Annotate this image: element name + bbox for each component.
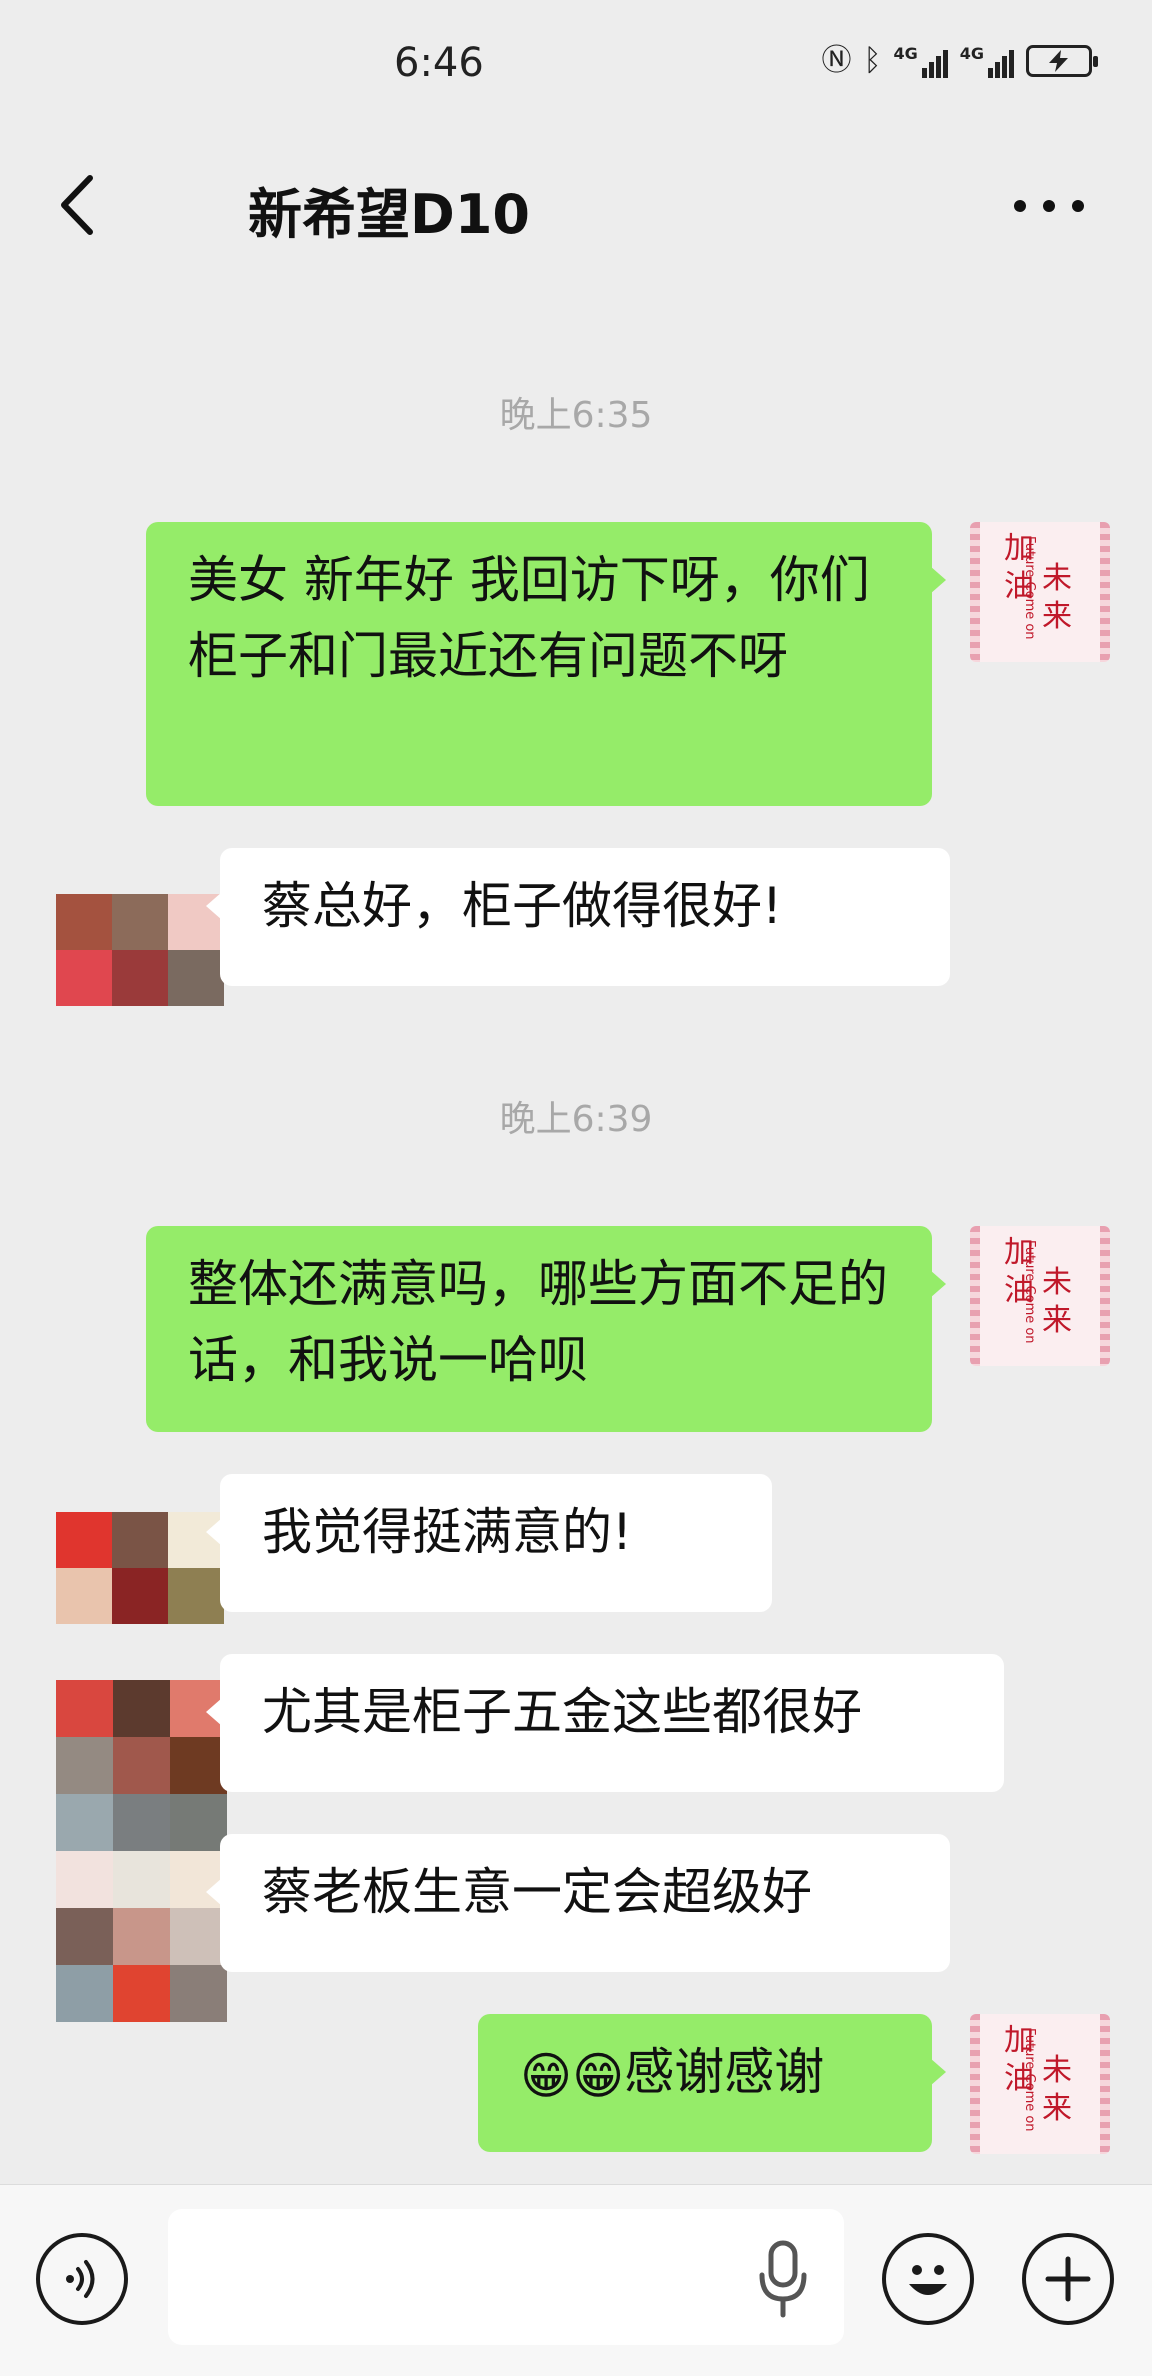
message-input[interactable] (168, 2209, 844, 2345)
microphone-icon[interactable] (756, 2239, 810, 2319)
timestamp: 晚上6:35 (499, 395, 653, 436)
timestamp: 晚上6:39 (499, 1099, 653, 1140)
avatar-text-en: Future Come on (1022, 1240, 1037, 1344)
message-bubble-incoming[interactable]: 尤其是柜子五金这些都很好 (206, 1654, 1004, 1792)
avatar-text: 未来 (1042, 1265, 1072, 1338)
signal-strength-icon-1: 4G (893, 44, 948, 78)
more-dots-icon[interactable] (1014, 200, 1084, 214)
grin-emoji-icon: 😁😁 (520, 2046, 625, 2105)
signal-strength-icon-2: 4G (960, 44, 1014, 78)
chat-title: 新希望D10 (248, 183, 530, 246)
avatar-text: 未来 (1042, 561, 1072, 634)
message-bubble-outgoing[interactable]: 😁😁感谢感谢 (478, 2014, 946, 2152)
message-bubble-outgoing[interactable]: 整体还满意吗，哪些方面不足的话，和我说一哈呗 (146, 1226, 946, 1432)
avatar-text-en: Future Come on (1022, 2028, 1037, 2132)
plus-icon[interactable] (1022, 2233, 1114, 2325)
self-avatar[interactable]: 加油 Future Come on 未来 (970, 522, 1110, 662)
message-bubble-incoming[interactable]: 我觉得挺满意的! (206, 1474, 772, 1612)
status-time: 6:46 (394, 40, 484, 86)
nfc-icon: Ⓝ (821, 43, 852, 78)
message-text: 感谢感谢 (624, 2043, 825, 2101)
message-bubble-incoming[interactable]: 蔡老板生意一定会超级好 (206, 1834, 950, 1972)
emoji-smile-icon[interactable] (882, 2233, 974, 2325)
contact-avatar[interactable] (56, 894, 224, 1006)
battery-charging-icon (1026, 45, 1098, 77)
message-bubble-outgoing[interactable]: 美女 新年好 我回访下呀，你们柜子和门最近还有问题不呀 (146, 522, 946, 806)
avatar-text: 未来 (1042, 2053, 1072, 2126)
voice-mode-icon[interactable] (36, 2233, 128, 2325)
status-bar: 6:46 Ⓝ ᛒ 4G 4G (0, 0, 1152, 130)
avatar-text-en: Future Come on (1022, 536, 1037, 640)
network-type-label: 4G (959, 44, 984, 63)
self-avatar[interactable]: 加油 Future Come on 未来 (970, 2014, 1110, 2154)
contact-avatar[interactable] (56, 1680, 227, 2022)
self-avatar[interactable]: 加油 Future Come on 未来 (970, 1226, 1110, 1366)
message-bubble-incoming[interactable]: 蔡总好，柜子做得很好! (206, 848, 950, 986)
contact-avatar[interactable] (56, 1512, 224, 1624)
network-type-label: 4G (893, 44, 918, 63)
chevron-left-icon[interactable] (52, 170, 102, 240)
chat-input-bar (0, 2184, 1152, 2376)
bluetooth-icon: ᛒ (863, 43, 882, 78)
status-icons: Ⓝ ᛒ 4G 4G (821, 43, 1098, 78)
chat-header: 新希望D10 (0, 130, 1152, 280)
